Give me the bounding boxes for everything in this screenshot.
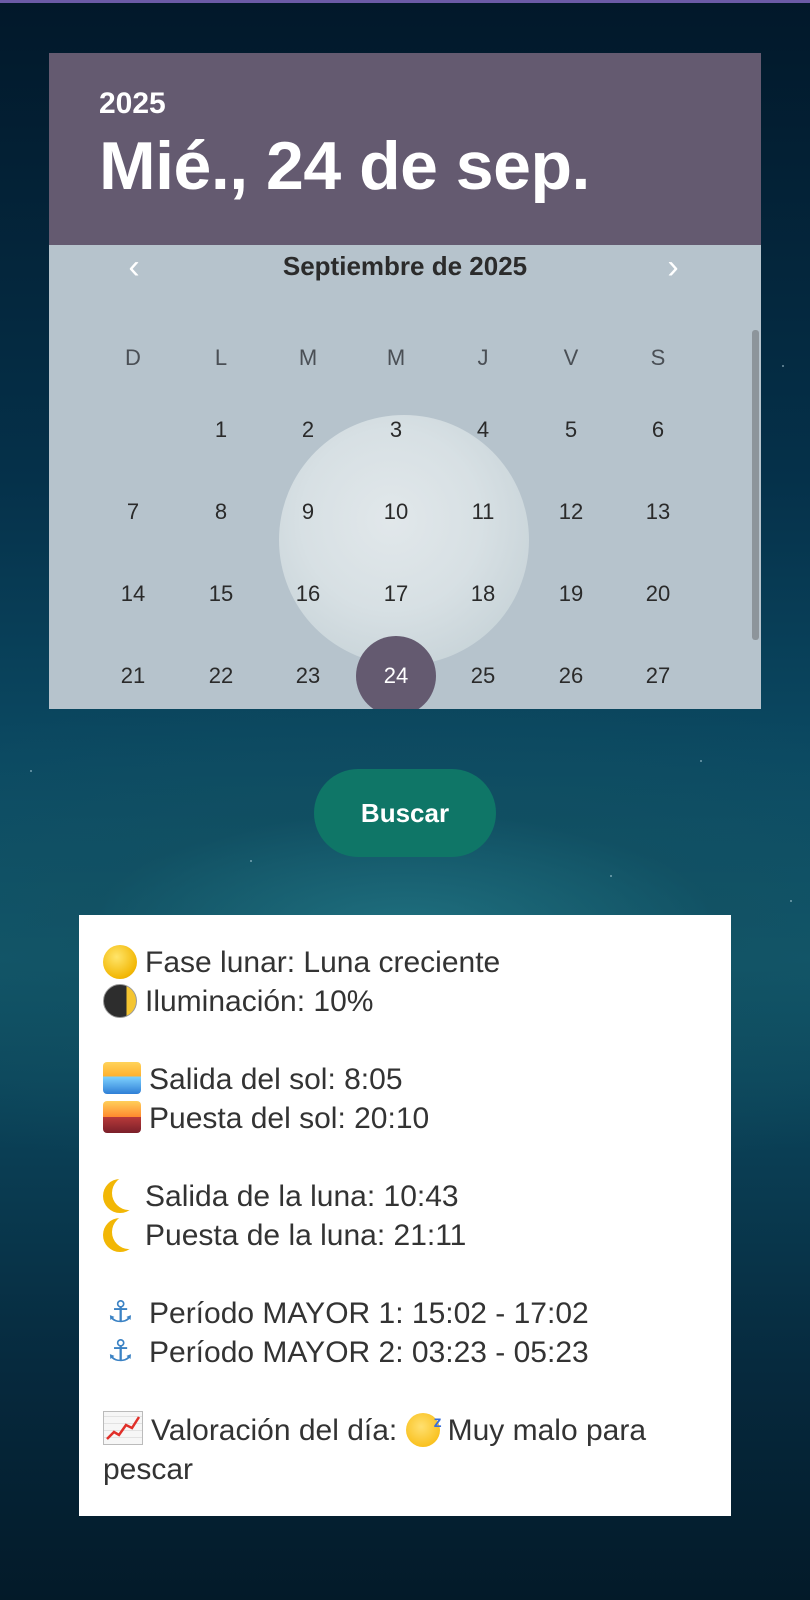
- sleeping-face-icon: [405, 1403, 442, 1447]
- crescent-moon-icon: [103, 1218, 137, 1252]
- day-rating-label: Valoración del día:: [151, 1414, 398, 1447]
- calendar-day[interactable]: 23: [268, 636, 348, 709]
- calendar-day[interactable]: 6: [618, 390, 698, 470]
- day-rating-row: Valoración del día: Muy malo para: [103, 1403, 707, 1450]
- weekday-label: L: [214, 345, 228, 370]
- major-period-1-text: Período MAYOR 1: 15:02 - 17:02: [149, 1297, 589, 1330]
- day-rating-value: Muy malo para: [447, 1414, 647, 1447]
- date-picker: 2025 Mié., 24 de sep. ‹ Septiembre de 20…: [49, 53, 761, 709]
- day-rating-value-continued: pescar: [103, 1453, 194, 1486]
- full-moon-icon: [103, 945, 137, 979]
- calendar-day[interactable]: 17: [356, 554, 436, 634]
- calendar-day[interactable]: 12: [531, 472, 611, 552]
- crescent-moon-icon: [103, 1179, 137, 1213]
- weekday-label: D: [125, 345, 141, 370]
- calendar-day[interactable]: 22: [181, 636, 261, 709]
- month-view: ‹ Septiembre de 2025 › D L M M J V S 1 2…: [49, 245, 761, 709]
- background-star: [250, 860, 252, 862]
- calendar-day[interactable]: 4: [443, 390, 523, 470]
- calendar-day-selected[interactable]: 24: [356, 636, 436, 709]
- illumination-row: Iluminación: 10%: [103, 982, 707, 1021]
- calendar-day[interactable]: 27: [618, 636, 698, 709]
- calendar-day[interactable]: 11: [443, 472, 523, 552]
- calendar-day[interactable]: 16: [268, 554, 348, 634]
- calendar-day[interactable]: 10: [356, 472, 436, 552]
- background-star: [30, 770, 32, 772]
- day-rating-row-continued: pescar: [103, 1450, 707, 1489]
- sunrise-text: Salida del sol: 8:05: [149, 1063, 403, 1096]
- chart-increasing-icon: [103, 1411, 143, 1445]
- date-picker-header: 2025 Mié., 24 de sep.: [49, 53, 761, 245]
- moonset-row: Puesta de la luna: 21:11: [103, 1216, 707, 1255]
- background-star: [782, 365, 784, 367]
- fishing-pole-icon: [103, 1332, 141, 1371]
- calendar-day[interactable]: 21: [93, 636, 173, 709]
- illumination-text: Iluminación: 10%: [145, 985, 374, 1018]
- major-period-2-row: Período MAYOR 2: 03:23 - 05:23: [103, 1332, 707, 1372]
- chevron-right-icon[interactable]: ›: [653, 247, 693, 287]
- selected-year[interactable]: 2025: [99, 87, 166, 121]
- calendar-day[interactable]: 8: [181, 472, 261, 552]
- moon-phase-row: Fase lunar: Luna creciente: [103, 943, 707, 982]
- calendar-day[interactable]: 9: [268, 472, 348, 552]
- calendar-day[interactable]: 13: [618, 472, 698, 552]
- calendar-day[interactable]: 5: [531, 390, 611, 470]
- weekday-label: M: [298, 345, 318, 370]
- sunrise-icon: [103, 1062, 141, 1094]
- weekday-label: M: [386, 345, 406, 370]
- moonrise-row: Salida de la luna: 10:43: [103, 1177, 707, 1216]
- waxing-crescent-moon-icon: [103, 984, 137, 1018]
- major-period-2-text: Período MAYOR 2: 03:23 - 05:23: [149, 1336, 589, 1369]
- moonset-text: Puesta de la luna: 21:11: [145, 1219, 467, 1252]
- calendar-day[interactable]: 26: [531, 636, 611, 709]
- weekday-label: V: [563, 345, 579, 370]
- selected-date[interactable]: Mié., 24 de sep.: [99, 127, 590, 205]
- calendar-day[interactable]: 7: [93, 472, 173, 552]
- background-star: [790, 900, 792, 902]
- fishing-pole-icon: [103, 1293, 141, 1332]
- calendar-day[interactable]: 1: [181, 390, 261, 470]
- calendar-day[interactable]: 2: [268, 390, 348, 470]
- sunset-text: Puesta del sol: 20:10: [149, 1102, 430, 1135]
- calendar-day[interactable]: 14: [93, 554, 173, 634]
- major-period-1-row: Período MAYOR 1: 15:02 - 17:02: [103, 1293, 707, 1333]
- month-view-scrollbar[interactable]: [752, 330, 759, 640]
- sunset-row: Puesta del sol: 20:10: [103, 1099, 707, 1138]
- calendar-day[interactable]: 19: [531, 554, 611, 634]
- background-star: [700, 760, 702, 762]
- lunar-info-card: Fase lunar: Luna creciente Iluminación: …: [79, 915, 731, 1516]
- weekday-label: J: [477, 345, 489, 370]
- moon-phase-text: Fase lunar: Luna creciente: [145, 946, 501, 979]
- moonrise-text: Salida de la luna: 10:43: [145, 1180, 459, 1213]
- sunrise-row: Salida del sol: 8:05: [103, 1060, 707, 1099]
- city-sunset-icon: [103, 1101, 141, 1133]
- top-accent-line: [0, 0, 810, 3]
- calendar-day[interactable]: 18: [443, 554, 523, 634]
- calendar-day[interactable]: 15: [181, 554, 261, 634]
- search-button[interactable]: Buscar: [314, 769, 496, 857]
- background-star: [610, 875, 612, 877]
- calendar-day[interactable]: 20: [618, 554, 698, 634]
- calendar-day[interactable]: 3: [356, 390, 436, 470]
- weekday-label: S: [650, 345, 666, 370]
- calendar-day[interactable]: 25: [443, 636, 523, 709]
